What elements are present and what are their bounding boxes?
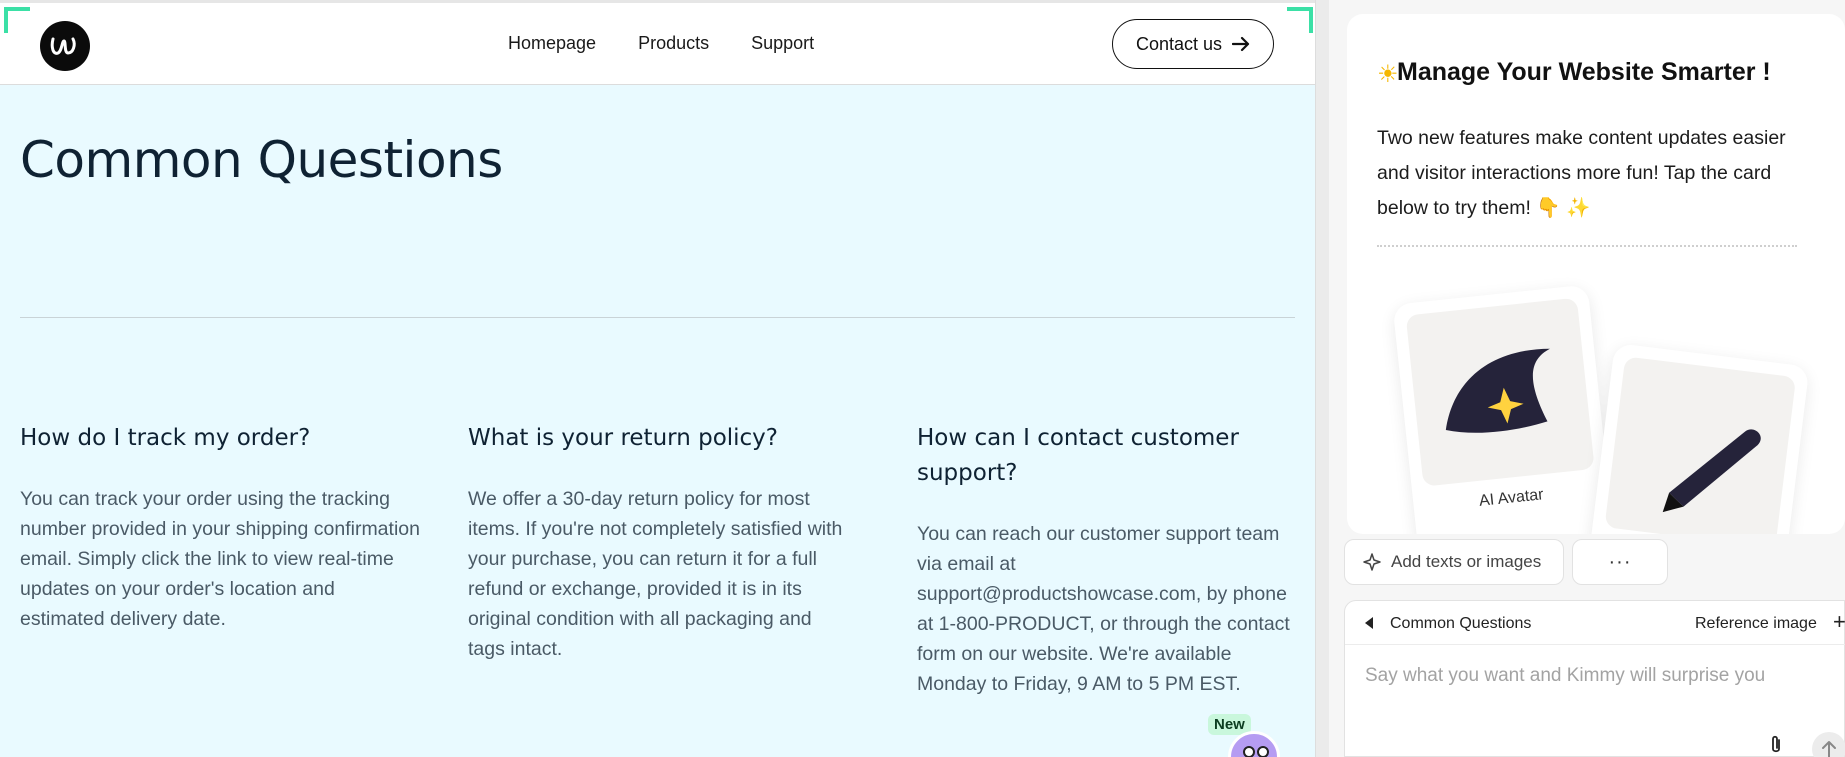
sun-icon: ☀	[1377, 61, 1399, 88]
site-header: Homepage Products Support Contact us	[0, 3, 1315, 85]
panel-resize-handle[interactable]	[1315, 0, 1329, 757]
faq-answer[interactable]: You can track your order using the track…	[20, 484, 420, 634]
paperclip-icon[interactable]	[1767, 734, 1785, 757]
faq-answer[interactable]: You can reach our customer support team …	[917, 519, 1297, 699]
feature-announcement-card: ☀ Manage Your Website Smarter ! Two new …	[1347, 14, 1845, 534]
app-root: Homepage Products Support Contact us Com…	[0, 0, 1845, 757]
context-section-label[interactable]: Common Questions	[1390, 615, 1531, 633]
assistant-panel: ☀ Manage Your Website Smarter ! Two new …	[1329, 0, 1845, 757]
add-reference-plus-icon[interactable]: +	[1833, 609, 1845, 635]
more-dots-icon: ···	[1608, 550, 1632, 573]
faq-item: What is your return policy? We offer a 3…	[468, 421, 853, 664]
mascot-eye-icon	[1257, 746, 1269, 757]
feature-card-image	[1405, 297, 1595, 487]
contact-us-button[interactable]: Contact us	[1112, 19, 1274, 69]
contact-us-label: Contact us	[1135, 33, 1223, 54]
page-title[interactable]: Common Questions	[20, 131, 503, 189]
prompt-input[interactable]	[1365, 665, 1825, 687]
feature-card-ai-avatar[interactable]: AI Avatar	[1392, 284, 1614, 534]
add-texts-label: Add texts or images	[1391, 552, 1542, 571]
card-title: Manage Your Website Smarter !	[1397, 58, 1771, 86]
pencil-icon	[1662, 429, 1761, 513]
nav-support[interactable]: Support	[751, 33, 814, 54]
nav-products[interactable]: Products	[638, 33, 709, 54]
prompt-composer: Common Questions Reference image +	[1344, 600, 1845, 757]
site-logo[interactable]	[40, 21, 90, 71]
reference-image-button[interactable]: Reference image	[1695, 615, 1817, 633]
sparkle-icon	[1363, 553, 1381, 571]
site-nav: Homepage Products Support	[508, 33, 814, 54]
faq-question[interactable]: How can I contact customer support?	[917, 421, 1297, 491]
faq-question[interactable]: How do I track my order?	[20, 421, 420, 456]
faq-question[interactable]: What is your return policy?	[468, 421, 853, 456]
mascot-eye-icon	[1243, 746, 1255, 757]
add-texts-or-images-button[interactable]: Add texts or images	[1344, 539, 1564, 585]
faq-item: How do I track my order? You can track y…	[20, 421, 420, 634]
card-divider	[1377, 245, 1797, 247]
section-divider	[20, 317, 1295, 318]
logo-mark-icon	[50, 37, 76, 55]
faq-item: How can I contact customer support? You …	[917, 421, 1297, 699]
context-triangle-icon[interactable]	[1365, 617, 1373, 629]
selection-corner-top-right	[1287, 7, 1313, 33]
arrow-right-icon	[1232, 36, 1250, 52]
more-options-button[interactable]: ···	[1572, 539, 1668, 585]
nav-homepage[interactable]: Homepage	[508, 33, 596, 54]
wizard-hat-icon	[1445, 348, 1550, 433]
send-arrow-icon[interactable]	[1812, 732, 1845, 757]
card-body: Two new features make content updates ea…	[1377, 127, 1786, 219]
faq-answer[interactable]: We offer a 30-day return policy for most…	[468, 484, 853, 664]
context-row: Common Questions Reference image +	[1345, 601, 1845, 645]
feature-card-image	[1604, 356, 1797, 534]
selection-corner-top-left	[4, 7, 30, 33]
feature-card-editor[interactable]	[1584, 342, 1810, 534]
website-preview: Homepage Products Support Contact us Com…	[0, 0, 1315, 757]
feature-card-label: AI Avatar	[1478, 486, 1545, 510]
